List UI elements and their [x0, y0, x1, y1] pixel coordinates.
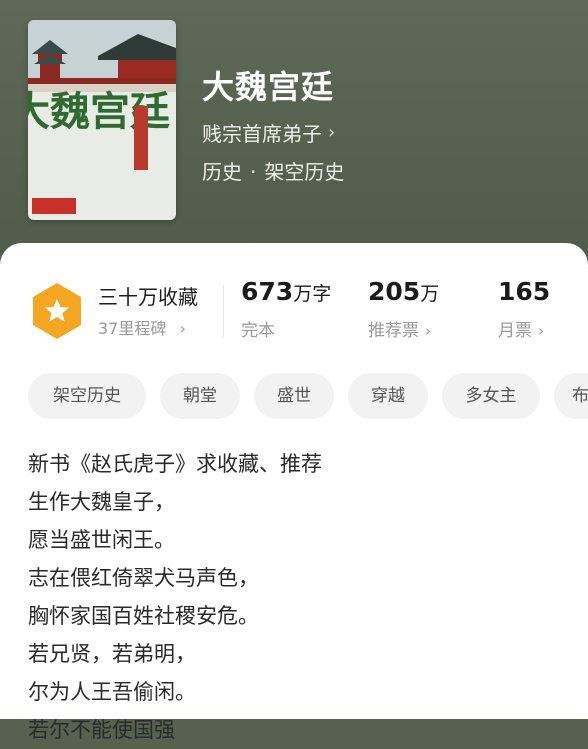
- detail-panel: 三十万收藏 37里程碑 › 673万字 完本 205万 推荐票 › 165 月票 ›…: [0, 243, 588, 742]
- tag-chip[interactable]: 多女主: [442, 373, 540, 419]
- intro-line: 志在偎红倚翠犬马声色，: [28, 566, 259, 590]
- monthly-ticket-label: 月票: [498, 321, 532, 341]
- book-title: 大魏宫廷: [202, 68, 335, 106]
- intro-line: 胸怀家国百姓社稷安危。: [28, 604, 259, 628]
- tag-chip[interactable]: 盛世: [254, 373, 334, 419]
- author-name: 贱宗首席弟子: [202, 122, 322, 146]
- honor-milestone[interactable]: 37里程碑 ›: [98, 315, 186, 339]
- tag-chip[interactable]: 架空历史: [28, 373, 146, 419]
- intro-line: 生作大魏皇子，: [28, 490, 175, 514]
- intro-line: 若尔不能使国强: [28, 718, 175, 742]
- cover-image: 大魏宫廷: [28, 20, 176, 220]
- chevron-right-icon: ›: [538, 322, 544, 340]
- intro-line: 新书《赵氏虎子》求收藏、推荐: [28, 452, 322, 476]
- monthly-count: 165: [498, 277, 550, 306]
- svg-text:大魏宫廷: 大魏宫廷: [28, 88, 170, 135]
- book-intro[interactable]: 新书《赵氏虎子》求收藏、推荐 生作大魏皇子， 愿当盛世闲王。 志在偎红倚翠犬马声…: [28, 445, 578, 749]
- milestone-badge-icon[interactable]: [30, 281, 84, 341]
- genre-main[interactable]: 历史: [202, 160, 242, 184]
- stats-divider: [223, 285, 224, 337]
- recommend-ticket-label: 推荐票: [368, 321, 419, 341]
- honor-milestone-label: 37里程碑: [98, 319, 167, 338]
- recommend-count: 205万: [368, 277, 439, 306]
- chevron-right-icon: ›: [425, 322, 431, 340]
- book-cover[interactable]: 大魏宫廷: [28, 20, 176, 220]
- author-link[interactable]: 贱宗首席弟子 ›: [202, 118, 335, 147]
- completion-status: 完本: [241, 321, 275, 341]
- intro-line: 若兄贤，若弟明，: [28, 642, 196, 666]
- word-count-value: 673: [241, 277, 294, 306]
- separator-dot: ·: [250, 160, 257, 184]
- intro-line: 愿当盛世闲王。: [28, 528, 175, 552]
- word-count-unit: 万字: [293, 283, 332, 305]
- chevron-right-icon: ›: [328, 122, 336, 143]
- monthly-count-value: 165: [498, 277, 551, 306]
- intro-line: 尔为人王吾偷闲。: [28, 680, 196, 704]
- genre-sub[interactable]: 架空历史: [264, 160, 344, 184]
- tag-chip[interactable]: 穿越: [348, 373, 428, 419]
- genre-row: 历史 · 架空历史: [202, 156, 344, 185]
- tag-chip[interactable]: 朝堂: [160, 373, 240, 419]
- word-count: 673万字: [241, 277, 331, 306]
- recommend-count-unit: 万: [420, 283, 440, 305]
- recommend-ticket-link[interactable]: 推荐票 ›: [368, 316, 431, 341]
- monthly-ticket-link[interactable]: 月票 ›: [498, 316, 544, 341]
- chevron-right-icon: ›: [179, 319, 186, 338]
- honor-title[interactable]: 三十万收藏: [98, 281, 198, 310]
- tag-chip[interactable]: 布: [554, 373, 588, 419]
- recommend-count-value: 205: [368, 277, 421, 306]
